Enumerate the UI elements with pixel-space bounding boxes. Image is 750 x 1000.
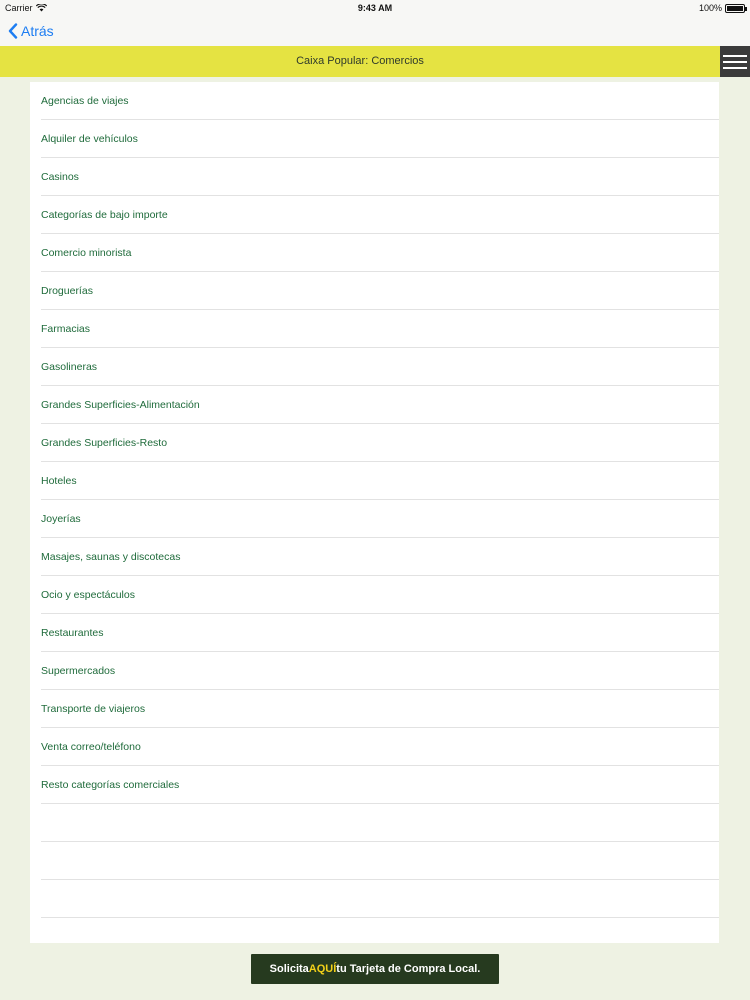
battery-indicator: 100%	[698, 3, 747, 13]
category-label: Categorías de bajo importe	[41, 208, 168, 221]
category-list-item[interactable]: Alquiler de vehículos	[41, 120, 719, 158]
category-list-item[interactable]: Resto categorías comerciales	[41, 766, 719, 804]
category-list-item[interactable]: Droguerías	[41, 272, 719, 310]
menu-button[interactable]	[720, 46, 750, 77]
category-list-item[interactable]: Hoteles	[41, 462, 719, 500]
category-list-item[interactable]: Grandes Superficies-Resto	[41, 424, 719, 462]
navigation-bar: Atrás	[0, 16, 750, 46]
status-bar: Carrier 9:43 AM 100%	[0, 0, 750, 16]
category-label: Agencias de viajes	[41, 94, 129, 107]
cta-prefix: Solicita	[269, 963, 309, 975]
category-list-item[interactable]: Categorías de bajo importe	[41, 196, 719, 234]
category-list-item[interactable]: Agencias de viajes	[41, 82, 719, 120]
battery-percent: 100%	[698, 3, 722, 13]
category-list-item[interactable]: Masajes, saunas y discotecas	[41, 538, 719, 576]
category-list: Agencias de viajes Alquiler de vehículos C…	[30, 82, 719, 943]
category-label: Joyerías	[41, 512, 81, 525]
header-bar: Caixa Popular: Comercios	[0, 46, 750, 77]
category-label: Resto categorías comerciales	[41, 778, 180, 791]
category-list-item[interactable]: Restaurantes	[41, 614, 719, 652]
chevron-left-icon	[8, 23, 18, 39]
category-list-item[interactable]: Venta correo/teléfono	[41, 728, 719, 766]
back-button[interactable]: Atrás	[8, 20, 54, 42]
category-list-item[interactable]: Farmacias	[41, 310, 719, 348]
category-list-item[interactable]: Grandes Superficies-Alimentación	[41, 386, 719, 424]
category-label: Ocio y espectáculos	[41, 588, 135, 601]
category-label: Supermercados	[41, 664, 116, 677]
category-list-item[interactable]: Supermercados	[41, 652, 719, 690]
category-label: Masajes, saunas y discotecas	[41, 550, 181, 563]
category-label: Casinos	[41, 170, 79, 183]
category-label: Grandes Superficies-Alimentación	[41, 398, 200, 411]
category-label: Hoteles	[41, 474, 77, 487]
category-label: Transporte de viajeros	[41, 702, 146, 715]
cta-highlight: AQUÍ	[308, 963, 337, 975]
page-title: Caixa Popular: Comercios	[296, 55, 424, 67]
request-card-banner[interactable]: Solicita AQUÍ tu Tarjeta de Compra Local…	[251, 954, 499, 984]
empty-row	[41, 880, 719, 918]
category-label: Restaurantes	[41, 626, 104, 639]
category-label: Droguerías	[41, 284, 93, 297]
category-list-item[interactable]: Comercio minorista	[41, 234, 719, 272]
empty-row	[41, 804, 719, 842]
category-list-item[interactable]: Joyerías	[41, 500, 719, 538]
category-label: Venta correo/teléfono	[41, 740, 141, 753]
category-label: Farmacias	[41, 322, 91, 335]
category-list-item[interactable]: Casinos	[41, 158, 719, 196]
category-list-item[interactable]: Gasolineras	[41, 348, 719, 386]
category-label: Grandes Superficies-Resto	[41, 436, 168, 449]
category-label: Alquiler de vehículos	[41, 132, 138, 145]
category-list-item[interactable]: Transporte de viajeros	[41, 690, 719, 728]
hamburger-menu-icon	[723, 54, 747, 57]
category-list-item[interactable]: Ocio y espectáculos	[41, 576, 719, 614]
back-label: Atrás	[21, 23, 54, 39]
category-label: Comercio minorista	[41, 246, 132, 259]
category-label: Gasolineras	[41, 360, 98, 373]
battery-icon	[725, 3, 747, 13]
clock: 9:43 AM	[357, 3, 393, 13]
cta-suffix: tu Tarjeta de Compra Local.	[336, 963, 481, 975]
empty-row	[41, 842, 719, 880]
